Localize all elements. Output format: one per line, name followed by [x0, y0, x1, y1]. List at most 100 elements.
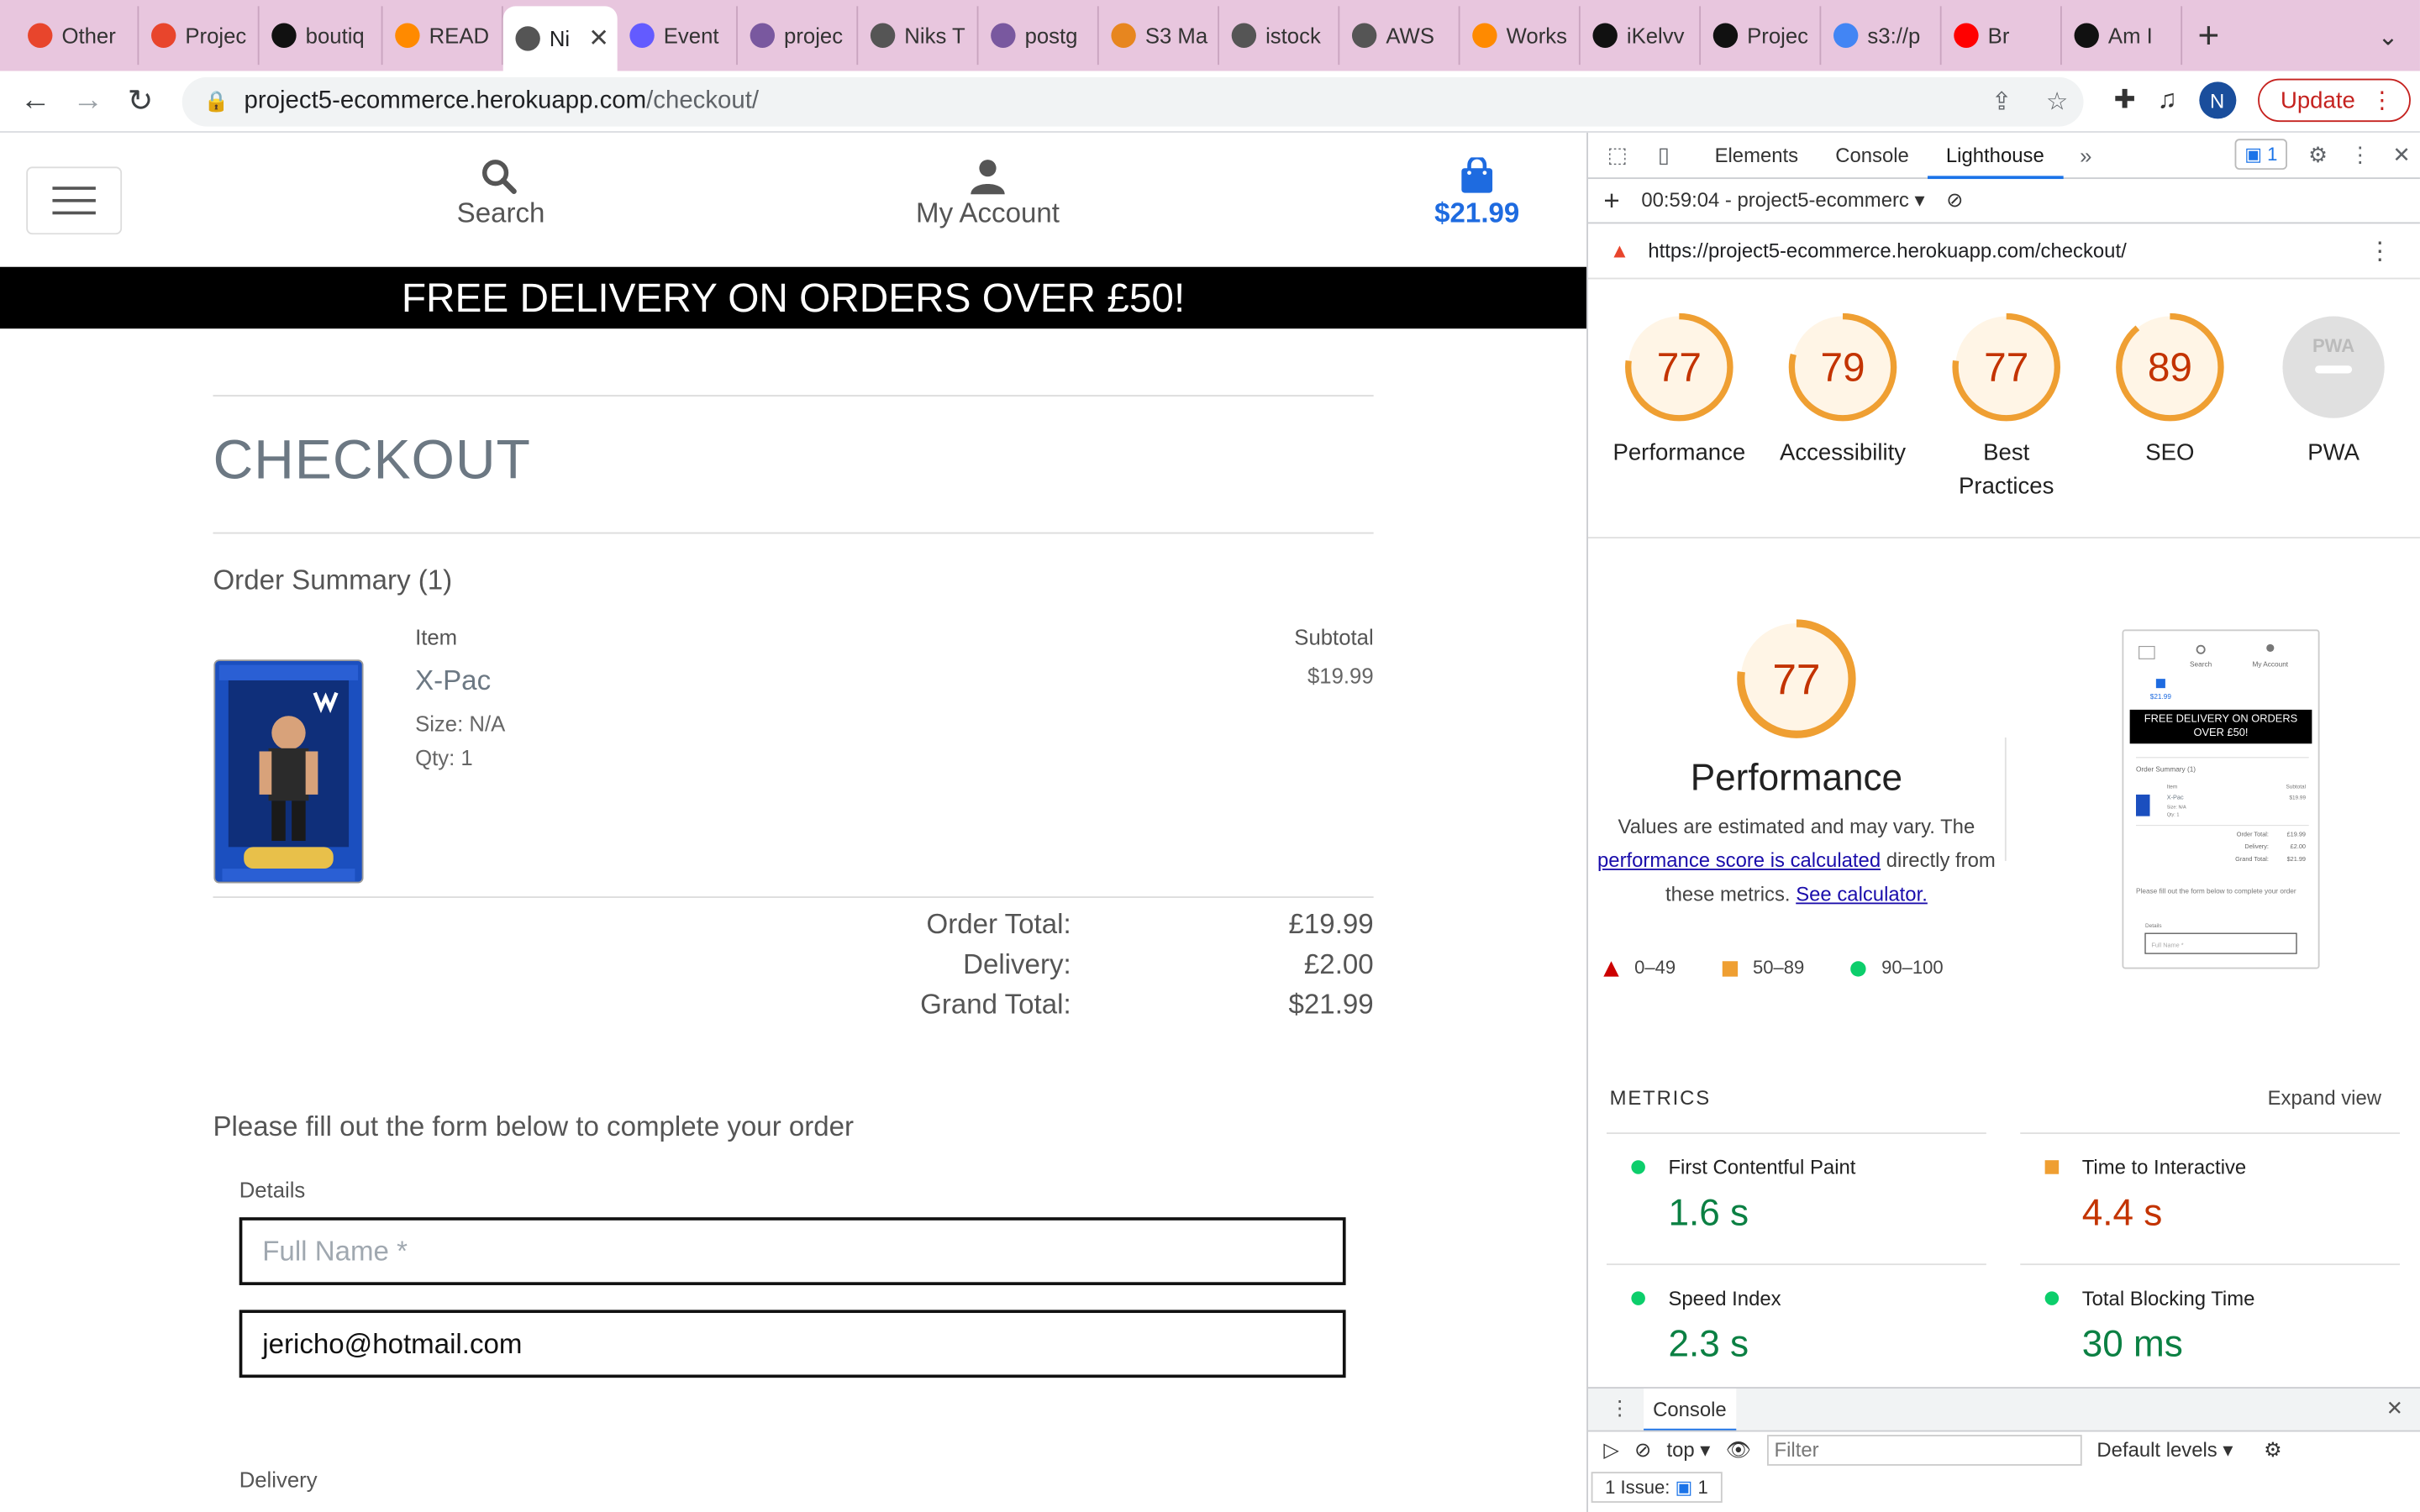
- console-settings-gear-icon[interactable]: ⚙: [2264, 1437, 2281, 1462]
- clear-console-icon[interactable]: ⊘: [1634, 1437, 1651, 1462]
- forward-icon[interactable]: →: [61, 83, 113, 118]
- inspect-element-icon[interactable]: ⬚: [1594, 142, 1640, 168]
- product-image[interactable]: [213, 659, 364, 884]
- browser-tab[interactable]: Event: [618, 6, 738, 66]
- see-calculator-link[interactable]: See calculator.: [1796, 883, 1928, 906]
- score-legend: 0–49 50–89 90–100: [1603, 957, 1944, 978]
- product-name[interactable]: X-Pac: [415, 665, 505, 698]
- browser-tab[interactable]: Am I: [2062, 6, 2183, 66]
- issues-label: 1 Issue:: [1605, 1476, 1670, 1499]
- log-levels-dropdown[interactable]: Default levels ▾: [2096, 1437, 2233, 1462]
- average-square-icon: [2044, 1160, 2060, 1174]
- gauge-best-practices[interactable]: 77 Best Practices: [1924, 310, 2088, 537]
- email-input[interactable]: jericho@hotmail.com: [239, 1310, 1346, 1378]
- close-tab-icon[interactable]: ✕: [588, 24, 609, 55]
- media-icon[interactable]: ♫: [2157, 85, 2176, 116]
- report-url[interactable]: https://project5-ecommerce.herokuapp.com…: [1648, 239, 2126, 263]
- report-selector[interactable]: 00:59:04 - project5-ecommerc ▾: [1641, 188, 1924, 213]
- thumbnail-summary: Order Summary (1): [2136, 765, 2196, 773]
- share-icon[interactable]: ⇪: [1991, 87, 2012, 118]
- delivery-legend: Delivery: [239, 1467, 318, 1493]
- tab-search-icon[interactable]: ⌄: [2378, 22, 2399, 53]
- browser-tab[interactable]: boutiq: [260, 6, 383, 66]
- browser-tab[interactable]: AWS: [1339, 6, 1460, 66]
- new-tab-button[interactable]: +: [2197, 15, 2219, 58]
- tab-lighthouse[interactable]: Lighthouse: [1927, 133, 2063, 179]
- search-icon: [481, 160, 517, 194]
- log-levels-label: Default levels: [2096, 1436, 2217, 1461]
- sidebar-toggle-icon[interactable]: ▷: [1603, 1437, 1618, 1462]
- tab-console[interactable]: Console: [1817, 133, 1928, 178]
- expand-view-toggle[interactable]: Expand view: [2268, 1086, 2381, 1110]
- browser-tab[interactable]: Other: [15, 6, 139, 66]
- close-drawer-icon[interactable]: ✕: [2386, 1396, 2403, 1420]
- score-calculated-link[interactable]: performance score is calculated: [1597, 848, 1881, 872]
- reload-icon[interactable]: ↻: [114, 81, 166, 120]
- lock-icon: 🔒: [203, 89, 229, 113]
- gauge-performance[interactable]: 77 Performance: [1597, 310, 1761, 537]
- my-account-link[interactable]: My Account: [913, 157, 1061, 229]
- details-legend: Details: [239, 1177, 306, 1202]
- live-expression-eye-icon[interactable]: 👁: [1726, 1437, 1751, 1462]
- my-account-label: My Account: [916, 197, 1060, 228]
- browser-tab[interactable]: READ: [383, 6, 503, 66]
- extensions-icon[interactable]: ✚: [2114, 85, 2136, 116]
- thumbnail-total: $21.99: [2150, 693, 2172, 701]
- clear-reports-icon[interactable]: ⊘: [1946, 188, 1963, 213]
- bookmark-star-icon[interactable]: ☆: [2046, 87, 2068, 118]
- browser-tab[interactable]: Projec: [139, 6, 260, 66]
- browser-tab[interactable]: Works: [1460, 6, 1581, 66]
- browser-tab[interactable]: iKelvv: [1581, 6, 1702, 66]
- final-screenshot-thumbnail[interactable]: Search My Account $21.99 FREE DELIVERY O…: [2122, 629, 2320, 969]
- issues-badge[interactable]: ▣ 1: [2235, 139, 2287, 171]
- thumbnail-full-name: Full Name *: [2151, 942, 2183, 949]
- legend-fail: 0–49: [1603, 957, 1676, 978]
- amiresponsive-icon: [2074, 23, 2099, 48]
- context-selector[interactable]: top ▾: [1666, 1437, 1710, 1462]
- gauge-label: Accessibility: [1780, 439, 1907, 466]
- back-icon[interactable]: ←: [9, 83, 61, 118]
- gauge-accessibility[interactable]: 79 Accessibility: [1761, 310, 1925, 537]
- console-filter-input[interactable]: Filter: [1766, 1434, 2082, 1465]
- browser-tab[interactable]: S3 Ma: [1099, 6, 1219, 66]
- profile-avatar[interactable]: N: [2198, 81, 2236, 119]
- console-drawer-tab[interactable]: Console: [1644, 1389, 1736, 1432]
- browser-tab[interactable]: Br: [1942, 6, 2062, 66]
- report-menu-icon[interactable]: ⋮: [2367, 235, 2391, 266]
- search-link[interactable]: Search: [457, 157, 544, 229]
- hamburger-menu-icon[interactable]: [26, 166, 123, 235]
- desc-line-3: these metrics.: [1665, 882, 1791, 906]
- full-name-input[interactable]: Full Name *: [239, 1217, 1346, 1285]
- more-tabs-icon[interactable]: »: [2063, 143, 2109, 167]
- tab-elements[interactable]: Elements: [1697, 133, 1818, 178]
- browser-tab[interactable]: istock: [1219, 6, 1340, 66]
- close-devtools-icon[interactable]: ✕: [2392, 141, 2411, 167]
- device-toolbar-icon[interactable]: ▯: [1640, 142, 1686, 168]
- drawer-menu-icon[interactable]: ⋮: [1610, 1396, 1630, 1420]
- update-button[interactable]: Update ⋮: [2257, 78, 2411, 123]
- address-bar[interactable]: 🔒 project5-ecommerce.herokuapp.com/check…: [182, 76, 2084, 127]
- browser-tab[interactable]: Projec: [1701, 6, 1822, 66]
- browser-tab[interactable]: s3://p: [1821, 6, 1942, 66]
- total-row: Delivery: £2.00: [213, 944, 1374, 984]
- gauge-seo[interactable]: 89 SEO: [2088, 310, 2252, 537]
- divider: [213, 395, 1374, 397]
- new-report-icon[interactable]: +: [1603, 184, 1619, 217]
- thumbnail-search: Search: [2190, 660, 2212, 668]
- metric-name: Speed Index: [1668, 1286, 1781, 1310]
- gauge-pwa[interactable]: PWA PWA: [2252, 310, 2416, 537]
- console-issues-link[interactable]: 1 Issue: ▣ 1: [1591, 1472, 1723, 1503]
- github-icon: [1712, 23, 1739, 48]
- metric-speed-index: Speed Index 2.3 s: [1607, 1263, 1986, 1393]
- browser-tab[interactable]: Ni ✕: [502, 6, 618, 71]
- pwa-dash: [2315, 365, 2353, 374]
- devtools-menu-icon[interactable]: ⋮: [2349, 141, 2371, 167]
- browser-tab[interactable]: Niks T: [858, 6, 979, 66]
- metric-value: 30 ms: [2081, 1323, 2183, 1366]
- browser-tab[interactable]: projec: [738, 6, 859, 66]
- shopping-bag-link[interactable]: $21.99: [1432, 157, 1522, 229]
- metric-time-to-interactive: Time to Interactive 4.4 s: [2020, 1132, 2401, 1262]
- settings-gear-icon[interactable]: ⚙: [2308, 141, 2328, 167]
- browser-tab[interactable]: postg: [978, 6, 1099, 66]
- total-value: £19.99: [1288, 908, 1374, 940]
